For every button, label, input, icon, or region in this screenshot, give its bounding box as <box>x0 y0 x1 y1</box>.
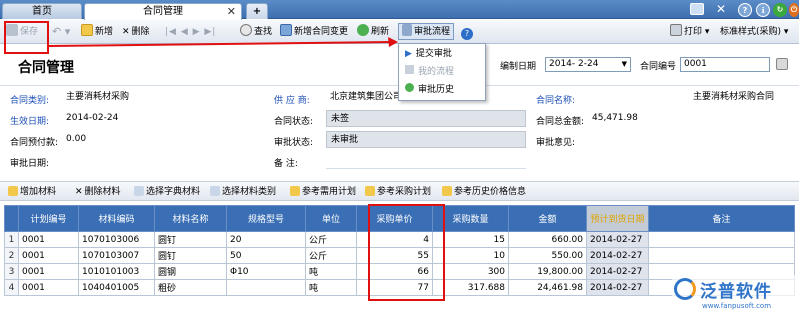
logo-mark-icon <box>674 278 696 300</box>
company-logo: 泛普软件 www.fanpusoft.com <box>672 275 796 315</box>
logo-name: 泛普软件 <box>700 282 772 302</box>
annotation-price-highlight <box>368 204 445 301</box>
logo-url: www.fanpusoft.com <box>702 302 772 310</box>
